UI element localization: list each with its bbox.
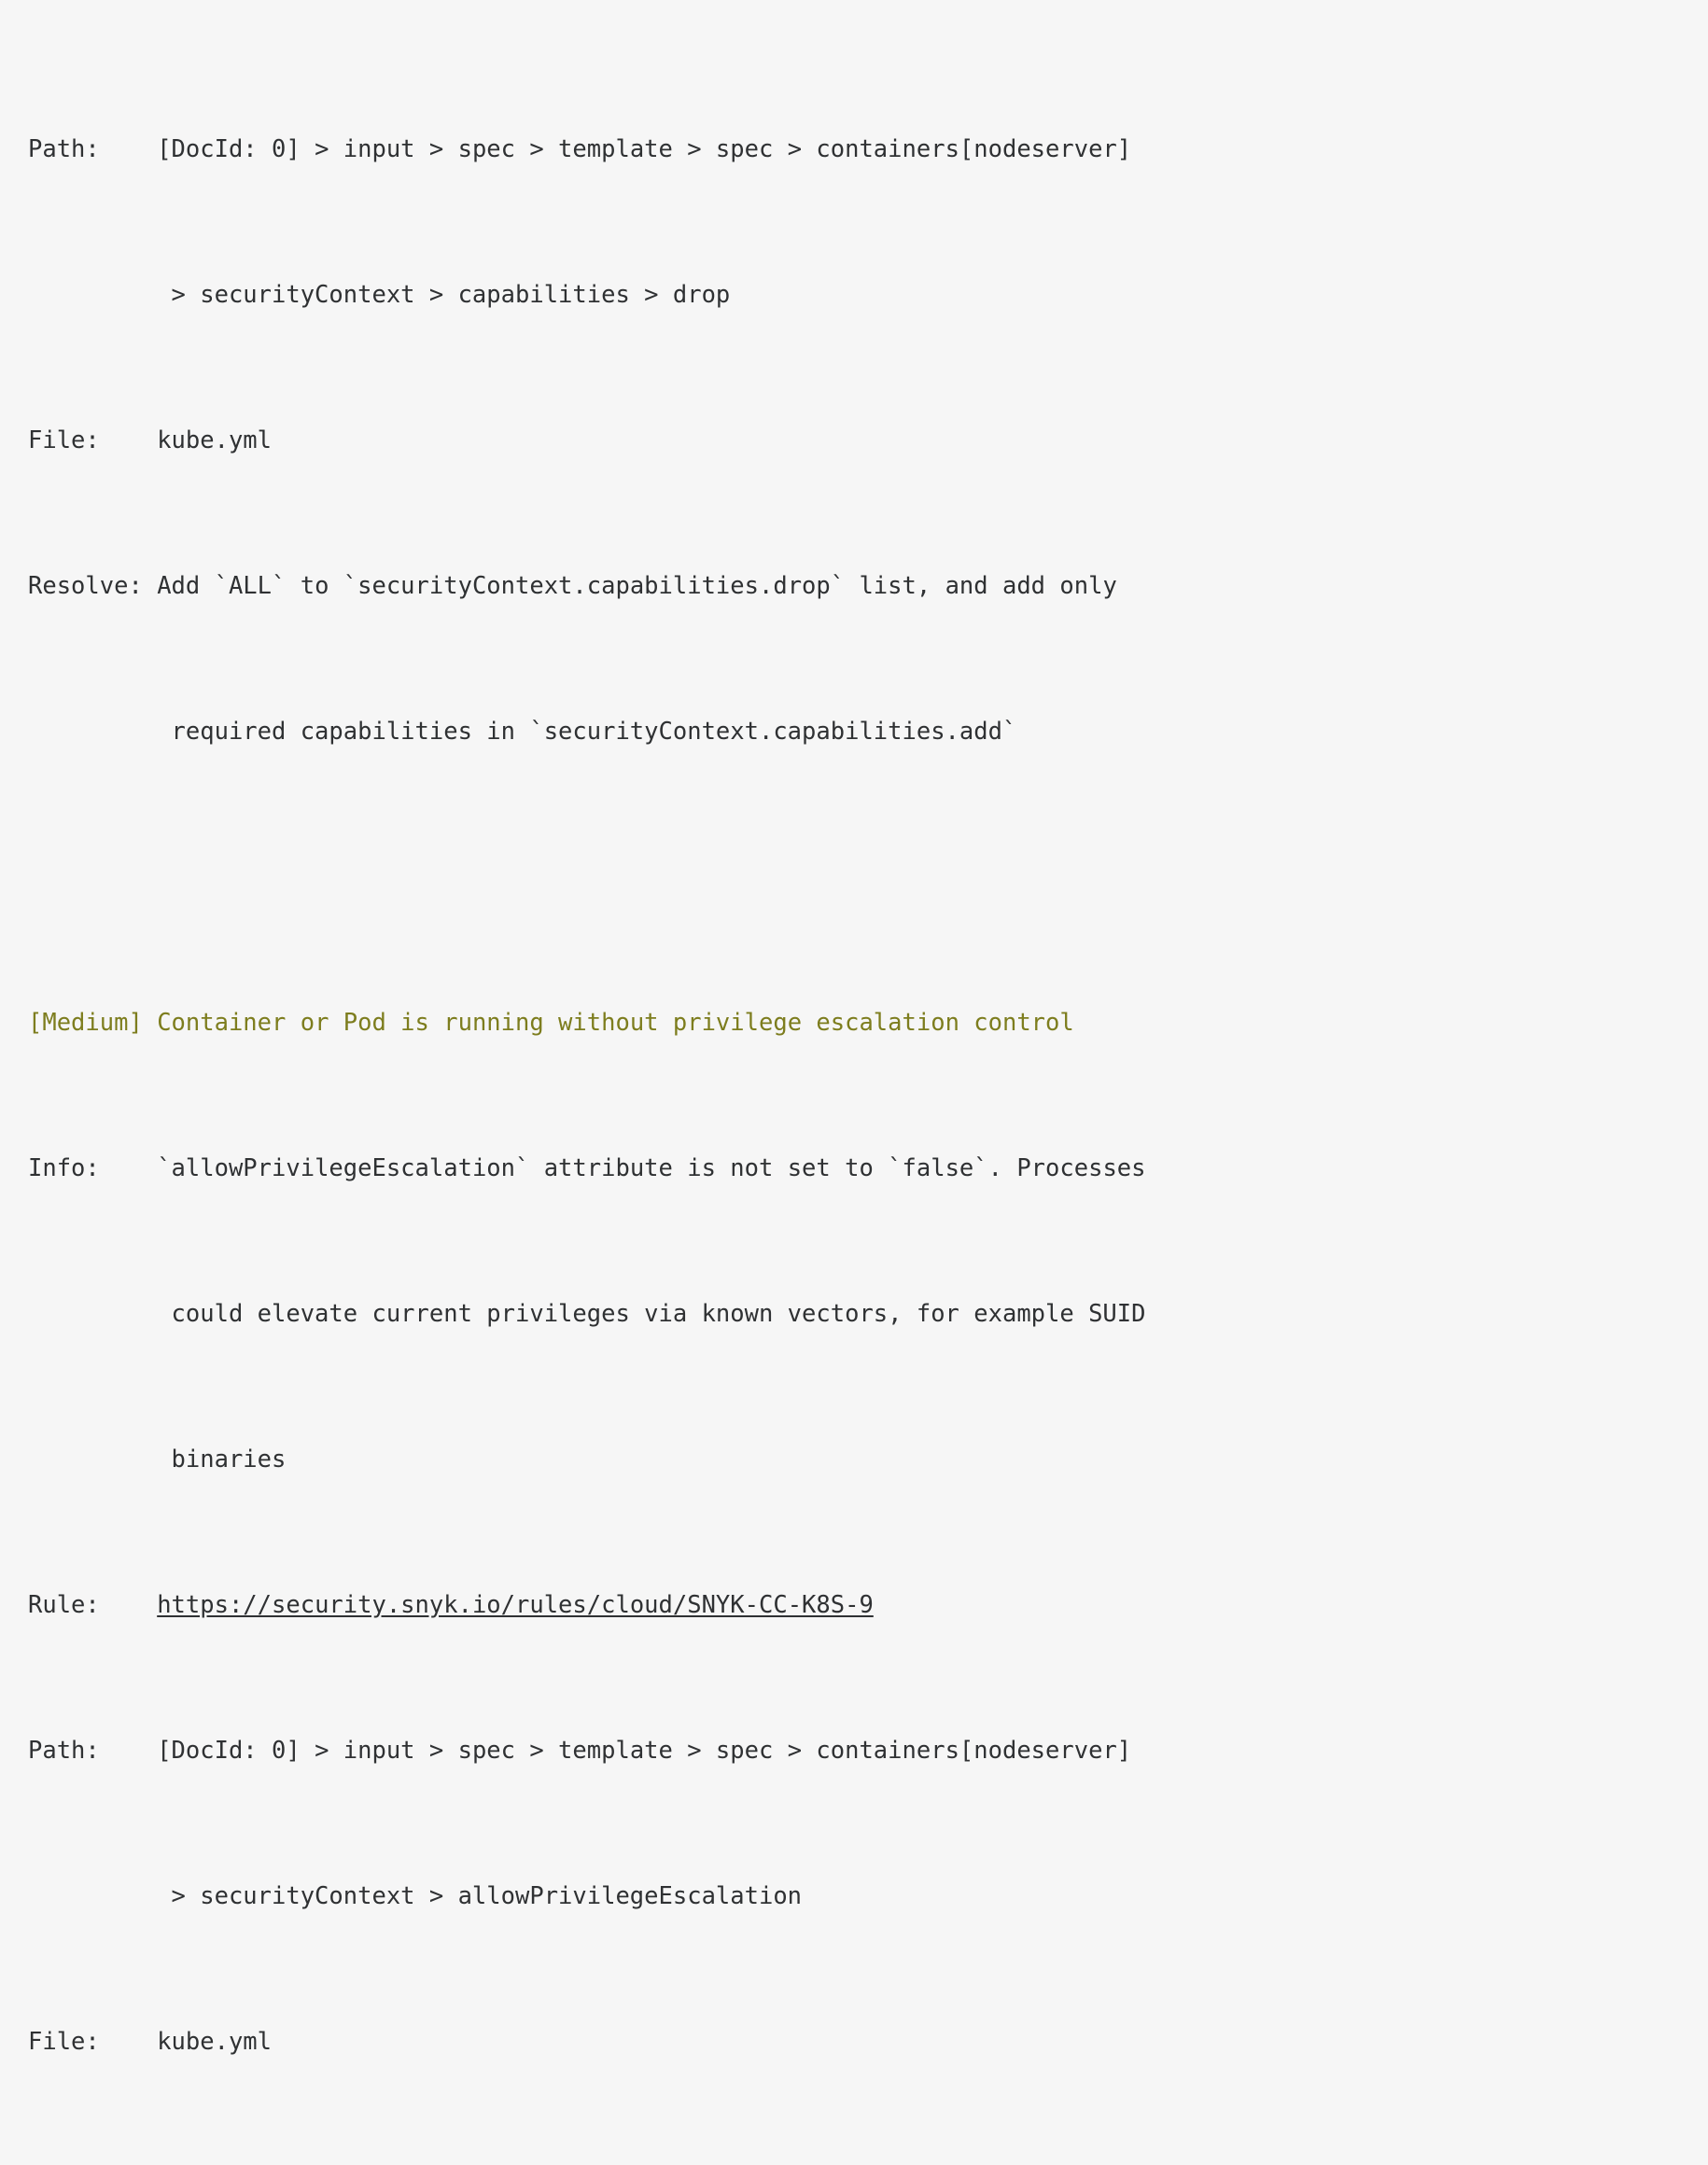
finding-two-info-continuation-2: binaries (28, 1442, 1708, 1478)
finding-one-resolve-line: Resolve: Add `ALL` to `securityContext.c… (28, 568, 1708, 605)
path-label: Path: (28, 135, 100, 163)
finding-two-title: Container or Pod is running without priv… (157, 1009, 1074, 1037)
finding-one-file-line: File: kube.yml (28, 423, 1708, 459)
path-value-line2: > securityContext > capabilities > drop (171, 281, 731, 309)
finding-two-rule-line: Rule: https://security.snyk.io/rules/clo… (28, 1587, 1708, 1624)
finding-two-info-line: Info: `allowPrivilegeEscalation` attribu… (28, 1151, 1708, 1187)
rule-url-link[interactable]: https://security.snyk.io/rules/cloud/SNY… (157, 1591, 874, 1619)
file-label: File: (28, 426, 100, 454)
finding-two-title-line: [Medium] Container or Pod is running wit… (28, 1005, 1708, 1041)
info-value-line2: could elevate current privileges via kno… (171, 1300, 1146, 1328)
finding-two-path-continuation: > securityContext > allowPrivilegeEscala… (28, 1879, 1708, 1915)
info-value-line3: binaries (171, 1446, 287, 1474)
finding-two-file-line: File: kube.yml (28, 2024, 1708, 2060)
path-value-line1: [DocId: 0] > input > spec > template > s… (157, 135, 1132, 163)
severity-badge-medium: [Medium] (28, 1009, 143, 1037)
path-value-line2: > securityContext > allowPrivilegeEscala… (171, 1882, 803, 1910)
finding-one-resolve-continuation: required capabilities in `securityContex… (28, 714, 1708, 750)
resolve-label: Resolve: (28, 572, 143, 600)
resolve-value-line2: required capabilities in `securityContex… (171, 718, 1017, 746)
info-value-line1: `allowPrivilegeEscalation` attribute is … (157, 1154, 1146, 1182)
file-value: kube.yml (157, 2028, 273, 2056)
finding-two-info-continuation-1: could elevate current privileges via kno… (28, 1296, 1708, 1333)
rule-label: Rule: (28, 1591, 100, 1619)
file-value: kube.yml (157, 426, 273, 454)
file-label: File: (28, 2028, 100, 2056)
terminal-output: Path: [DocId: 0] > input > spec > templa… (28, 22, 1708, 2165)
path-value-line1: [DocId: 0] > input > spec > template > s… (157, 1737, 1132, 1765)
info-label: Info: (28, 1154, 100, 1182)
path-label: Path: (28, 1737, 100, 1765)
finding-two-path-line: Path: [DocId: 0] > input > spec > templa… (28, 1733, 1708, 1769)
terminal-window: Path: [DocId: 0] > input > spec > templa… (0, 0, 1708, 2056)
finding-one-path-line: Path: [DocId: 0] > input > spec > templa… (28, 132, 1708, 168)
resolve-value-line1: Add `ALL` to `securityContext.capabiliti… (157, 572, 1117, 600)
finding-one-path-continuation: > securityContext > capabilities > drop (28, 277, 1708, 314)
